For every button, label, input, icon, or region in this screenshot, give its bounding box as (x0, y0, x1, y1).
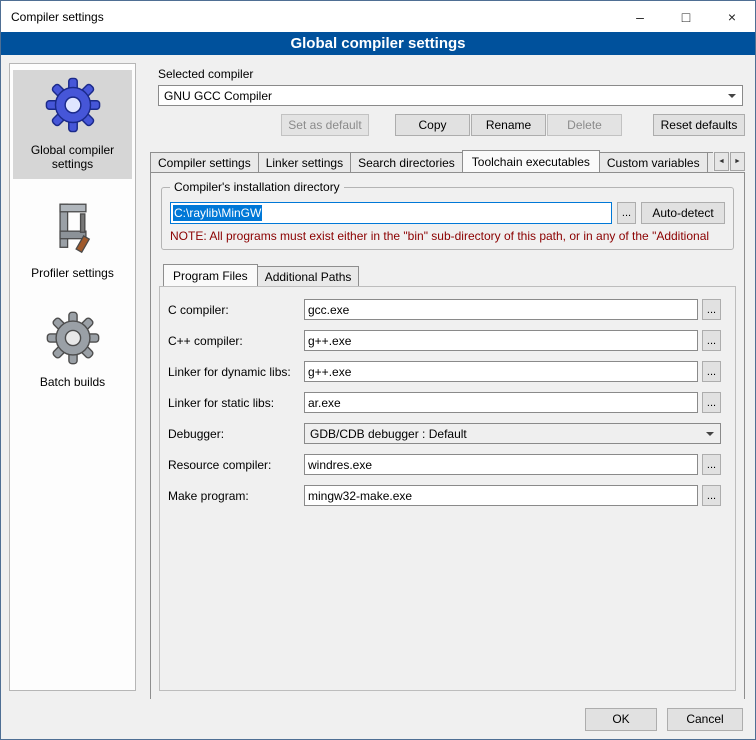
make-program-label: Make program: (168, 489, 304, 503)
field-row-static-linker: Linker for static libs: ... (168, 392, 721, 413)
chevron-down-icon (728, 94, 736, 102)
rename-button[interactable]: Rename (471, 114, 546, 136)
close-button[interactable]: × (709, 1, 755, 32)
debugger-select[interactable]: GDB/CDB debugger : Default (304, 423, 721, 444)
selected-compiler-label: Selected compiler (158, 67, 747, 81)
set-as-default-button: Set as default (281, 114, 369, 136)
field-row-debugger: Debugger: GDB/CDB debugger : Default (168, 423, 721, 444)
titlebar: Compiler settings – □ × (1, 1, 755, 32)
chevron-down-icon (706, 432, 714, 440)
dialog-footer: OK Cancel (1, 699, 755, 739)
resource-compiler-label: Resource compiler: (168, 458, 304, 472)
toolchain-executables-page: Compiler's installation directory C:\ray… (150, 172, 745, 700)
installation-directory-row: C:\raylib\MinGW ... Auto-detect (170, 202, 725, 224)
tab-toolchain-executables[interactable]: Toolchain executables (462, 150, 600, 172)
gray-gear-icon (15, 310, 130, 369)
dialog-content: Global compiler settings Profiler set (1, 55, 755, 699)
c-compiler-browse-button[interactable]: ... (702, 299, 721, 320)
blue-gear-icon (15, 76, 130, 137)
tab-search-directories[interactable]: Search directories (350, 152, 463, 172)
field-row-resource-compiler: Resource compiler: ... (168, 454, 721, 475)
compiler-settings-window: Compiler settings – □ × Global compiler … (0, 0, 756, 740)
window-title: Compiler settings (1, 10, 104, 24)
main-panel: Selected compiler GNU GCC Compiler Set a… (146, 55, 747, 699)
tab-compiler-settings[interactable]: Compiler settings (150, 152, 259, 172)
cancel-button[interactable]: Cancel (667, 708, 743, 731)
debugger-value: GDB/CDB debugger : Default (310, 427, 467, 441)
installation-directory-group-title: Compiler's installation directory (170, 180, 344, 194)
sidebar-item-label: Batch builds (40, 375, 105, 389)
ok-button[interactable]: OK (585, 708, 657, 731)
installation-directory-group: Compiler's installation directory C:\ray… (161, 187, 734, 250)
cpp-compiler-input[interactable] (304, 330, 698, 351)
minimize-button[interactable]: – (617, 1, 663, 32)
c-compiler-label: C compiler: (168, 303, 304, 317)
maximize-button[interactable]: □ (663, 1, 709, 32)
static-linker-label: Linker for static libs: (168, 396, 304, 410)
delete-button: Delete (547, 114, 622, 136)
c-compiler-input[interactable] (304, 299, 698, 320)
static-linker-input[interactable] (304, 392, 698, 413)
auto-detect-button[interactable]: Auto-detect (641, 202, 725, 224)
sidebar-item-profiler-settings[interactable]: Profiler settings (13, 195, 132, 288)
program-files-page: C compiler: ... C++ compiler: ... Linker… (159, 286, 736, 691)
dynamic-linker-input[interactable] (304, 361, 698, 382)
tab-scroll-left-button[interactable]: ◄ (714, 152, 729, 171)
page-title: Global compiler settings (1, 32, 755, 55)
clamp-tool-icon (15, 201, 130, 260)
compiler-tabs: Compiler settings Linker settings Search… (150, 150, 745, 172)
tabstrip: Compiler settings Linker settings Search… (150, 150, 713, 172)
tab-scroll-buttons: ◄ ► (713, 152, 745, 171)
installation-directory-value: C:\raylib\MinGW (173, 205, 262, 221)
field-row-dynamic-linker: Linker for dynamic libs: ... (168, 361, 721, 382)
make-program-browse-button[interactable]: ... (702, 485, 721, 506)
resource-compiler-browse-button[interactable]: ... (702, 454, 721, 475)
cpp-compiler-label: C++ compiler: (168, 334, 304, 348)
window-controls: – □ × (617, 1, 755, 32)
copy-button[interactable]: Copy (395, 114, 470, 136)
sub-tabstrip: Program Files Additional Paths (163, 264, 702, 286)
cpp-compiler-browse-button[interactable]: ... (702, 330, 721, 351)
resource-compiler-input[interactable] (304, 454, 698, 475)
program-files-tabs: Program Files Additional Paths (163, 264, 734, 286)
installation-note: NOTE: All programs must exist either in … (170, 229, 725, 243)
tab-linker-settings[interactable]: Linker settings (258, 152, 351, 172)
compiler-buttons-row: Set as default Copy Rename Delete Reset … (146, 114, 747, 136)
selected-compiler-value: GNU GCC Compiler (164, 89, 272, 103)
tab-additional-paths[interactable]: Additional Paths (257, 266, 360, 286)
tab-program-files[interactable]: Program Files (163, 264, 258, 286)
make-program-input[interactable] (304, 485, 698, 506)
sidebar-item-batch-builds[interactable]: Batch builds (13, 304, 132, 397)
tab-scroll-right-button[interactable]: ► (730, 152, 745, 171)
debugger-label: Debugger: (168, 427, 304, 441)
static-linker-browse-button[interactable]: ... (702, 392, 721, 413)
field-row-c-compiler: C compiler: ... (168, 299, 721, 320)
sidebar-item-global-compiler-settings[interactable]: Global compiler settings (13, 70, 132, 179)
reset-defaults-button[interactable]: Reset defaults (653, 114, 745, 136)
selected-compiler-select[interactable]: GNU GCC Compiler (158, 85, 743, 106)
field-row-make-program: Make program: ... (168, 485, 721, 506)
installation-directory-browse-button[interactable]: ... (617, 202, 636, 224)
sidebar-item-label: Profiler settings (31, 266, 114, 280)
dynamic-linker-browse-button[interactable]: ... (702, 361, 721, 382)
tab-custom-variables[interactable]: Custom variables (599, 152, 708, 172)
installation-directory-input[interactable]: C:\raylib\MinGW (170, 202, 612, 224)
field-row-cpp-compiler: C++ compiler: ... (168, 330, 721, 351)
sidebar: Global compiler settings Profiler set (9, 63, 136, 691)
dynamic-linker-label: Linker for dynamic libs: (168, 365, 304, 379)
sidebar-item-label: Global compiler settings (31, 143, 114, 171)
